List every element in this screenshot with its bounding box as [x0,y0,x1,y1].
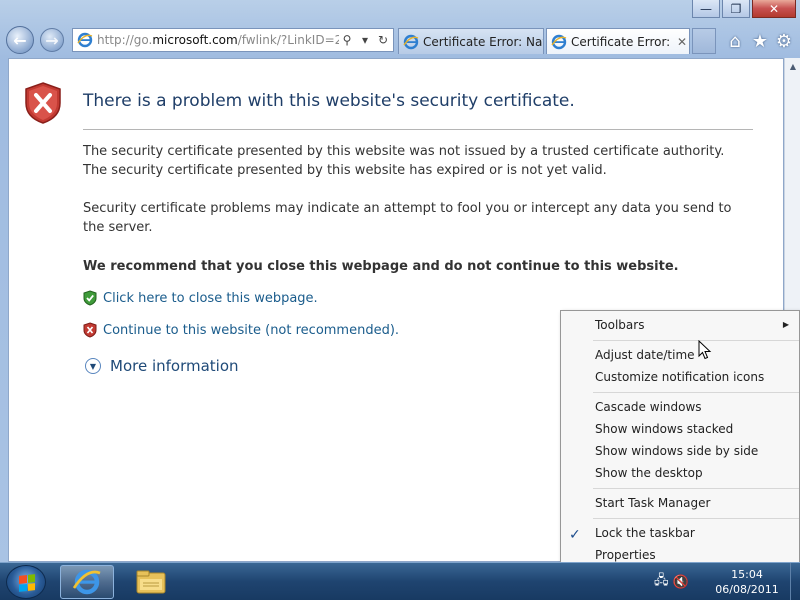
notification-area: 🖧 🔇 [654,569,694,595]
clock-time: 15:04 [731,568,763,581]
menu-item-label: Toolbars [595,318,645,332]
ie-tab-icon [403,34,419,49]
network-icon[interactable]: 🖧 [654,571,669,593]
menu-item-customize-notification-icons[interactable]: Customize notification icons [595,367,795,387]
close-webpage-label[interactable]: Click here to close this webpage. [103,291,318,306]
back-button[interactable]: ← [6,26,34,54]
expand-chevron-icon: ▼ [85,358,101,374]
forward-arrow-icon: → [45,30,59,50]
show-desktop-button[interactable] [790,563,800,600]
taskbar-context-menu: Toolbars ▶ Adjust date/time Customize no… [560,310,800,568]
menu-item-show-desktop[interactable]: Show the desktop [595,463,795,483]
taskbar-windows-explorer[interactable] [124,565,178,599]
continue-label[interactable]: Continue to this website (not recommende… [103,323,399,338]
tools-icon[interactable]: ⚙ [773,30,795,52]
system-clock[interactable]: 15:04 06/08/2011 [704,567,790,597]
url-prefix: http://go. [97,33,153,47]
error-line-1: The security certificate presented by th… [83,144,725,159]
menu-item-start-task-manager[interactable]: Start Task Manager [595,493,795,513]
search-icon[interactable]: ⚲ [339,32,355,48]
minimize-button[interactable]: — [692,0,720,18]
menu-item-show-windows-stacked[interactable]: Show windows stacked [595,419,795,439]
volume-muted-icon[interactable]: 🔇 [673,575,689,590]
recommendation: We recommend that you close this webpage… [83,259,679,274]
menu-separator [593,392,799,393]
close-webpage-link[interactable]: Click here to close this webpage. [83,290,318,306]
tab-certificate-error-2[interactable]: Certificate Error: ... ✕ [546,28,690,54]
menu-item-adjust-date-time[interactable]: Adjust date/time [595,345,795,365]
windows-logo-icon [19,574,35,592]
tab-label: Certificate Error: ... [571,34,675,49]
continue-link[interactable]: Continue to this website (not recommende… [83,322,399,338]
tab-certificate-error-1[interactable]: Certificate Error: Nav... [398,28,544,54]
ie-tab-icon [551,34,567,49]
taskbar: 🖧 🔇 15:04 06/08/2011 [0,562,800,600]
red-shield-icon [83,322,97,338]
internet-explorer-icon [72,569,101,595]
start-button[interactable] [6,565,46,599]
refresh-icon[interactable]: ↻ [375,32,391,48]
address-bar[interactable]: http://go.microsoft.com/fwlink/?LinkID=2… [72,28,394,52]
home-icon[interactable]: ⌂ [724,30,746,52]
folder-icon [136,570,166,594]
back-arrow-icon: ← [13,30,27,50]
divider [83,129,753,130]
menu-item-lock-taskbar[interactable]: Lock the taskbar [595,523,795,543]
address-url[interactable]: http://go.microsoft.com/fwlink/?LinkID=2… [97,33,339,47]
checkmark-icon: ✓ [569,527,581,543]
more-information-label[interactable]: More information [110,357,239,375]
menu-separator [593,488,799,489]
restore-button[interactable]: ❐ [722,0,750,18]
error-shield-icon [25,82,61,124]
mouse-cursor-icon [698,340,712,360]
tab-label: Certificate Error: Nav... [423,34,543,49]
navigation-bar: ← → http://go.microsoft.com/fwlink/?Link… [0,22,800,58]
taskbar-internet-explorer[interactable] [60,565,114,599]
menu-item-show-windows-side-by-side[interactable]: Show windows side by side [595,441,795,461]
window-controls: — ❐ ✕ [692,0,796,20]
url-suffix: /fwlink/?LinkID=2256 [237,33,339,47]
menu-item-cascade-windows[interactable]: Cascade windows [595,397,795,417]
close-window-button[interactable]: ✕ [752,0,796,18]
submenu-arrow-icon: ▶ [782,320,789,329]
error-line-2: The security certificate presented by th… [83,163,607,178]
ie-page-icon [77,32,93,48]
menu-item-toolbars[interactable]: Toolbars ▶ [595,315,795,335]
scroll-up-icon[interactable]: ▲ [785,58,800,74]
green-shield-icon [83,290,97,306]
menu-separator [593,340,799,341]
close-tab-icon[interactable]: ✕ [675,35,689,49]
menu-separator [593,518,799,519]
warning-paragraph: Security certificate problems may indica… [83,201,732,235]
dropdown-icon[interactable]: ▾ [357,32,373,48]
clock-date: 06/08/2011 [715,583,779,596]
more-information-toggle[interactable]: ▼ More information [85,357,239,375]
favorites-icon[interactable]: ★ [749,30,771,52]
forward-button[interactable]: → [40,28,64,52]
page-title: There is a problem with this website's s… [83,91,575,111]
url-domain: microsoft.com [152,33,238,47]
new-tab-button[interactable] [692,28,716,54]
